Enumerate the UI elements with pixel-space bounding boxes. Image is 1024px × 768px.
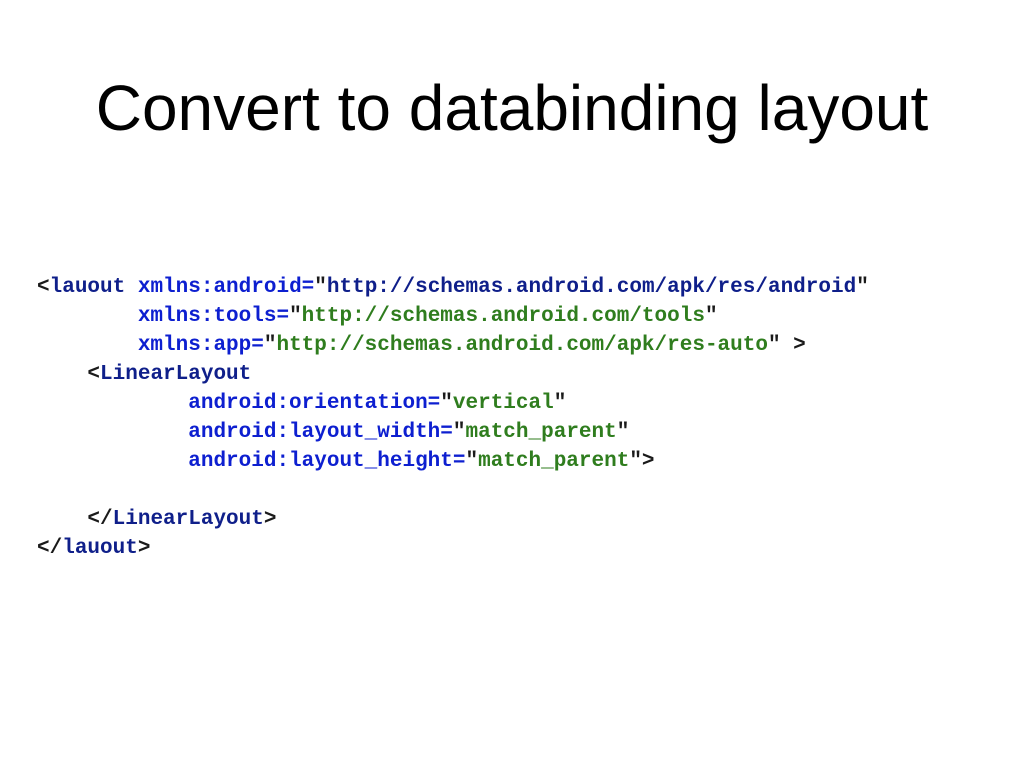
code-punctuation: " > — [767, 334, 806, 357]
code-attribute-value: vertical — [452, 392, 554, 415]
code-punctuation: < — [87, 363, 101, 386]
code-punctuation: " — [465, 450, 479, 473]
code-punctuation: " — [440, 392, 453, 415]
code-line: xmlns:tools="http://schemas.android.com/… — [37, 302, 869, 331]
slide-title: Convert to databinding layout — [95, 72, 929, 144]
code-punctuation: " — [616, 421, 630, 444]
code-punctuation: " — [704, 305, 718, 328]
code-line: android:orientation="vertical" — [37, 389, 869, 418]
code-tag-token: LinearLayout — [112, 508, 264, 531]
code-line: android:layout_width="match_parent" — [37, 418, 869, 447]
code-punctuation: " — [289, 305, 302, 328]
code-line: android:layout_height="match_parent"> — [37, 447, 869, 476]
code-attribute-value: http://schemas.android.com/apk/res-auto — [276, 334, 768, 357]
code-line: <LinearLayout — [37, 360, 869, 389]
code-attribute-name: android:orientation= — [188, 392, 441, 415]
code-attribute-name: android:layout_width= — [188, 421, 453, 444]
code-punctuation: < — [37, 276, 50, 299]
code-attribute-value: http://schemas.android.com/tools — [301, 305, 705, 328]
code-tag-token: http://schemas.android.com/apk/res/andro… — [326, 276, 857, 299]
slide: Convert to databinding layout <lauout xm… — [0, 0, 1024, 768]
code-punctuation: </ — [37, 537, 63, 560]
code-tag-token: LinearLayout — [100, 363, 252, 386]
code-punctuation: " — [856, 276, 869, 299]
code-punctuation: > — [263, 508, 277, 531]
code-punctuation: " — [553, 392, 567, 415]
code-punctuation — [125, 276, 138, 299]
code-punctuation: "> — [629, 450, 655, 473]
code-tag-token: lauout — [62, 537, 138, 560]
code-attribute-name: xmlns:app= — [137, 334, 264, 357]
code-punctuation: > — [137, 537, 151, 560]
code-tag-token: lauout — [49, 276, 126, 299]
code-punctuation: " — [314, 276, 327, 299]
code-attribute-name: xmlns:tools= — [137, 305, 290, 328]
code-line: </LinearLayout> — [37, 505, 869, 534]
code-attribute-name: android:layout_height= — [188, 450, 466, 473]
code-line: xmlns:app="http://schemas.android.com/ap… — [37, 331, 869, 360]
code-punctuation: " — [263, 334, 277, 357]
code-attribute-value: match_parent — [465, 421, 617, 444]
code-punctuation: </ — [87, 508, 113, 531]
code-attribute-name: xmlns:android= — [137, 276, 315, 299]
code-punctuation: " — [452, 421, 466, 444]
code-line: </lauout> — [37, 534, 869, 563]
code-block: <lauout xmlns:android="http://schemas.an… — [37, 273, 869, 563]
code-attribute-value: match_parent — [478, 450, 630, 473]
code-line: <lauout xmlns:android="http://schemas.an… — [37, 273, 869, 302]
